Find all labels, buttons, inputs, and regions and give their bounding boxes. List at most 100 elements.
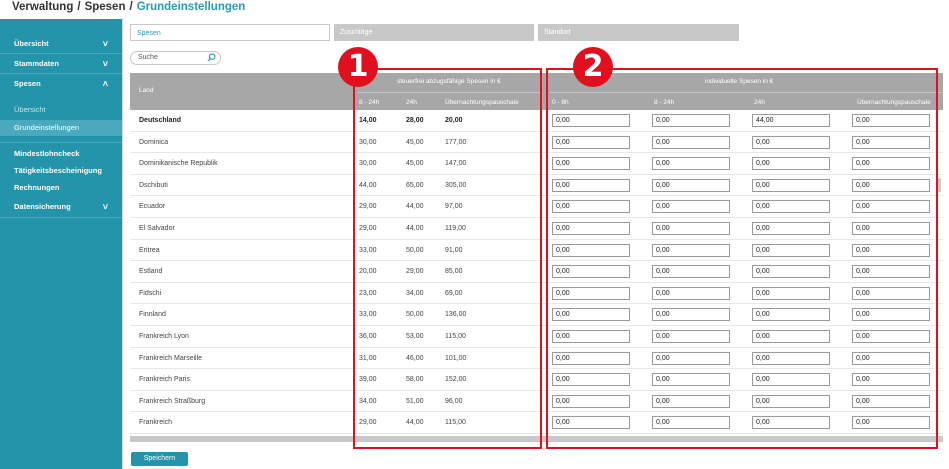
individual-amount-input[interactable]: 0,00 [552,330,630,343]
individual-amount-input[interactable]: 0,00 [552,243,630,257]
individual-amount-input[interactable]: 0,00 [552,351,630,365]
table-row: Frankreich Lyon 36,00 53,00 115,00 0,00 0,00 0… [130,326,943,348]
breadcrumb-spesen[interactable]: Spesen [85,1,126,13]
sidebar-item-uebersicht[interactable]: Übersicht ˅ [0,35,122,53]
individual-amount-input[interactable]: 44,00 [752,114,830,127]
individual-amount-input[interactable]: 0,00 [852,330,930,343]
individual-amount-input[interactable]: 0,00 [752,394,830,408]
individual-amount-input[interactable]: 0,00 [552,265,630,279]
individual-amount-input[interactable]: 0,00 [752,222,830,235]
individual-amount-input[interactable]: 0,00 [852,222,930,235]
chevron-up-icon: ˄ [102,79,108,89]
tab-standort[interactable]: Standort [538,24,739,41]
search-icon[interactable] [207,53,216,62]
table-header: Land steuerfrei abzugsfähige Spesen in €… [130,73,943,110]
individual-amount-input[interactable]: 0,00 [652,200,730,214]
sidebar-item-stammdaten[interactable]: Stammdaten ˅ [0,55,122,73]
tax-value: 45,00 [406,160,424,168]
sidebar-item-rechnungen[interactable]: Rechnungen [0,179,122,197]
sidebar-subitem-uebersicht[interactable]: Übersicht [0,102,122,118]
individual-amount-input[interactable]: 0,00 [552,308,630,322]
horizontal-scrollbar[interactable] [130,436,943,442]
individual-amount-input[interactable]: 0,00 [752,351,830,365]
individual-amount-input[interactable]: 0,00 [652,157,730,171]
vertical-scrollbar[interactable] [938,178,941,192]
table-row: Frankreich 29,00 44,00 115,00 0,00 0,00 0,00 0,… [130,412,943,434]
individual-amount-input[interactable]: 0,00 [652,222,730,235]
individual-amount-input[interactable]: 0,00 [552,178,630,192]
sidebar-item-label: Tätigkeitsbescheinigung [14,166,102,175]
divider [0,142,122,143]
individual-amount-input[interactable]: 0,00 [552,222,630,235]
individual-amount-input[interactable]: 0,00 [552,157,630,171]
individual-amount-input[interactable]: 0,00 [552,135,630,149]
individual-amount-input[interactable]: 0,00 [752,308,830,322]
individual-amount-input[interactable]: 0,00 [552,394,630,408]
individual-amount-input[interactable]: 0,00 [852,114,930,127]
individual-amount-input[interactable]: 0,00 [552,373,630,387]
individual-amount-input[interactable]: 0,00 [752,416,830,430]
individual-amount-input[interactable]: 0,00 [552,114,630,127]
individual-amount-input[interactable]: 0,00 [652,308,730,322]
individual-amount-input[interactable]: 0,00 [852,416,930,430]
tax-value: 29,00 [406,268,424,276]
individual-amount-input[interactable]: 0,00 [852,308,930,322]
tab-zuschlaege[interactable]: Zuschläge [334,24,534,41]
individual-amount-input[interactable]: 0,00 [752,178,830,192]
individual-amount-input[interactable]: 0,00 [752,200,830,214]
header-tax-8-24h: 8 - 24h [359,99,380,106]
sidebar-item-label: Rechnungen [14,183,60,192]
individual-amount-input[interactable]: 0,00 [652,416,730,430]
individual-amount-input[interactable]: 0,00 [652,286,730,300]
country-name: Estland [139,268,163,276]
search-input[interactable]: Suche [130,51,221,65]
individual-amount-input[interactable]: 0,00 [752,373,830,387]
individual-amount-input[interactable]: 0,00 [652,135,730,149]
individual-amount-input[interactable]: 0,00 [652,265,730,279]
tax-value: 152,00 [445,376,467,384]
individual-amount-input[interactable]: 0,00 [752,243,830,257]
breadcrumb-verwaltung[interactable]: Verwaltung [12,1,73,13]
sidebar-item-taetigkeitsbescheinigung[interactable]: Tätigkeitsbescheinigung [0,162,122,180]
individual-amount-input[interactable]: 0,00 [652,243,730,257]
individual-amount-input[interactable]: 0,00 [752,330,830,343]
individual-amount-input[interactable]: 0,00 [752,135,830,149]
sidebar-subitem-grundeinstellungen[interactable]: Grundeinstellungen [0,120,122,136]
sidebar-item-datensicherung[interactable]: Datensicherung ˅ [0,198,122,216]
table-row: Fidschi 23,00 34,00 69,00 0,00 0,00 0,00 0,00 [130,283,943,305]
individual-amount-input[interactable]: 0,00 [852,286,930,300]
tax-value: 20,00 [359,268,377,276]
sidebar-item-mindestlohncheck[interactable]: Mindestlohncheck [0,145,122,163]
individual-amount-input[interactable]: 0,00 [852,243,930,257]
table-row: Estland 20,00 29,00 85,00 0,00 0,00 0,00 0,00 [130,261,943,283]
individual-amount-input[interactable]: 0,00 [652,330,730,343]
individual-amount-input[interactable]: 0,00 [652,373,730,387]
sidebar-item-spesen[interactable]: Spesen ˄ [0,75,122,93]
tax-value: 115,00 [445,333,466,340]
individual-amount-input[interactable]: 0,00 [552,416,630,430]
tab-spesen[interactable]: Spesen [130,24,330,41]
individual-amount-input[interactable]: 0,00 [752,157,830,171]
save-button[interactable]: Speichern [131,452,188,466]
individual-amount-input[interactable]: 0,00 [552,200,630,214]
individual-amount-input[interactable]: 0,00 [852,265,930,279]
table-row: Dschibuti 44,00 65,00 305,00 0,00 0,00 0,00 0,0… [130,175,943,197]
individual-amount-input[interactable]: 0,00 [652,114,730,127]
individual-amount-input[interactable]: 0,00 [852,373,930,387]
individual-amount-input[interactable]: 0,00 [852,394,930,408]
individual-amount-input[interactable]: 0,00 [752,265,830,279]
individual-amount-input[interactable]: 0,00 [652,351,730,365]
individual-amount-input[interactable]: 0,00 [852,135,930,149]
individual-amount-input[interactable]: 0,00 [852,157,930,171]
individual-amount-input[interactable]: 0,00 [852,178,930,192]
individual-amount-input[interactable]: 0,00 [652,394,730,408]
individual-amount-input[interactable]: 0,00 [652,178,730,192]
header-group-steuerfrei: steuerfrei abzugsfähige Spesen in € [397,78,501,85]
individual-amount-input[interactable]: 0,00 [552,286,630,300]
tax-value: 31,00 [359,354,377,362]
divider [0,217,122,218]
individual-amount-input[interactable]: 0,00 [852,351,930,365]
individual-amount-input[interactable]: 0,00 [752,286,830,300]
country-name: Frankreich Marseille [139,354,203,362]
individual-amount-input[interactable]: 0,00 [852,200,930,214]
